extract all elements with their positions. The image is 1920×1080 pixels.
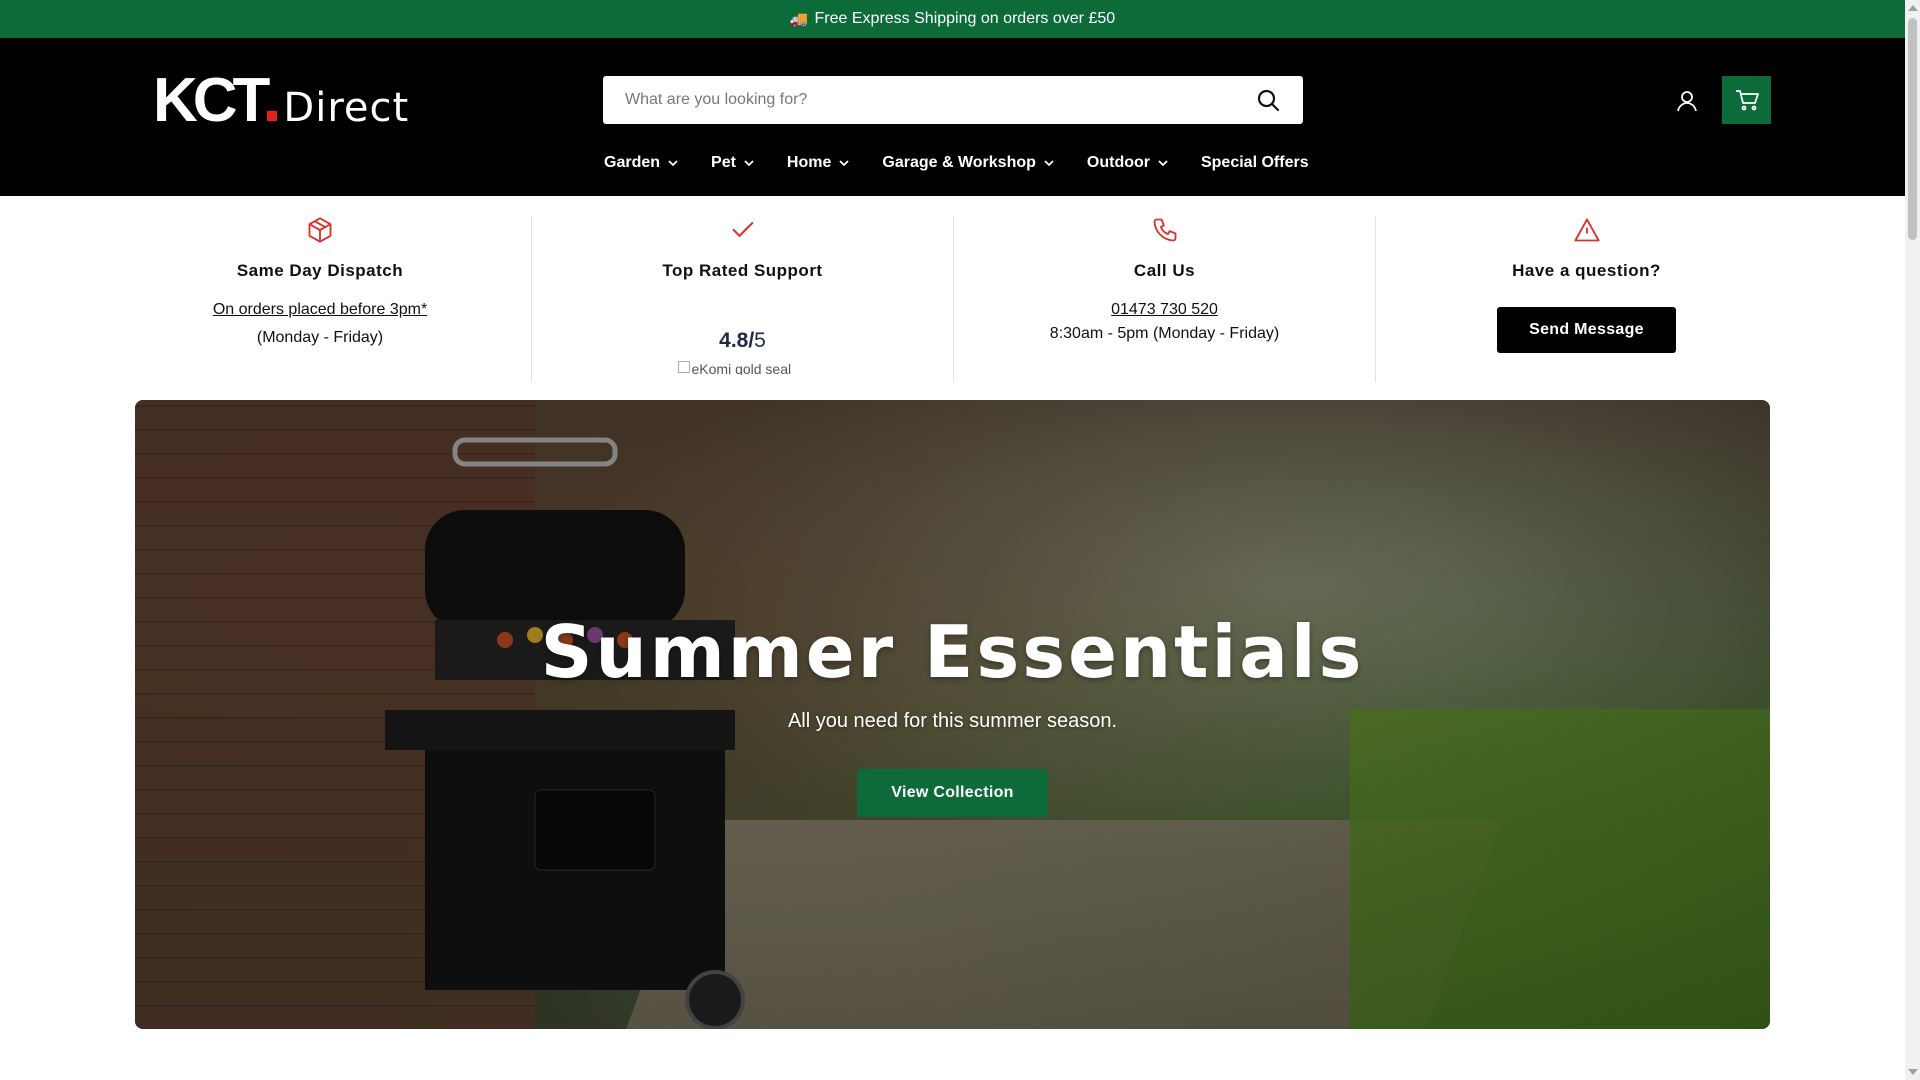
usp-sub: (Monday - Friday) <box>256 329 384 346</box>
usp-bar: Same Day Dispatch On orders placed befor… <box>0 196 1905 400</box>
truck-icon: 🚚 <box>789 11 809 28</box>
search-icon[interactable] <box>1255 87 1281 113</box>
search-input[interactable] <box>625 91 1255 109</box>
scroll-down-arrow[interactable] <box>1908 1069 1918 1075</box>
hero-content: Summer Essentials All you need for this … <box>135 610 1770 817</box>
ekomi-seal-image: eKomi gold seal <box>677 361 808 375</box>
announcement-bar: 🚚 Free Express Shipping on orders over £… <box>0 0 1905 38</box>
user-icon[interactable] <box>1672 86 1702 116</box>
ekomi-seal-alt: eKomi gold seal <box>691 361 792 375</box>
alert-triangle-icon <box>1573 218 1600 242</box>
cart-button[interactable] <box>1722 76 1771 124</box>
box-icon <box>308 217 332 243</box>
nav-label: Home <box>786 154 832 171</box>
hero-title: Summer Essentials <box>540 610 1365 694</box>
chevron-down-icon <box>744 160 754 167</box>
logo-kct: KCT <box>153 66 270 135</box>
usp-title: Have a question? <box>1512 261 1661 280</box>
nav-item-pet[interactable]: Pet <box>711 154 754 172</box>
chevron-down-icon <box>1158 160 1168 167</box>
main-nav: Garden Pet Home Garage & Workshop Outdoo… <box>604 154 1342 172</box>
nav-label: Outdoor <box>1086 154 1150 171</box>
rating-denominator: 5 <box>754 329 766 352</box>
page-scrollbar[interactable] <box>1905 0 1920 1080</box>
logo-direct: Direct <box>283 85 410 131</box>
chevron-down-icon <box>668 160 678 167</box>
logo-dot <box>267 111 278 121</box>
hero-subtitle: All you need for this summer season. <box>787 710 1118 732</box>
nav-item-garage-workshop[interactable]: Garage & Workshop <box>882 154 1054 172</box>
usp-title: Same Day Dispatch <box>236 261 404 280</box>
announcement-text: Free Express Shipping on orders over £50 <box>814 10 1116 27</box>
nav-item-home[interactable]: Home <box>786 154 850 172</box>
usp-title: Call Us <box>1133 261 1196 280</box>
rating-score: 4.8/5 <box>532 329 953 353</box>
hero-banner: Summer Essentials All you need for this … <box>135 400 1770 1029</box>
logo[interactable]: KCT Direct <box>153 70 409 132</box>
scroll-up-arrow[interactable] <box>1908 5 1918 11</box>
chevron-down-icon <box>839 160 850 167</box>
view-collection-button[interactable]: View Collection <box>857 769 1048 817</box>
check-icon <box>732 221 753 238</box>
usp-title: Top Rated Support <box>662 261 823 280</box>
usp-question: Have a question? Send Message <box>1375 216 1797 382</box>
nav-label: Pet <box>711 154 736 171</box>
usp-dispatch-link[interactable]: On orders placed before 3pm* <box>109 301 531 319</box>
nav-label: Garden <box>604 154 661 171</box>
search-bar <box>603 76 1303 124</box>
scrollbar-thumb[interactable] <box>1908 18 1917 240</box>
usp-dispatch: Same Day Dispatch On orders placed befor… <box>109 216 531 382</box>
chevron-down-icon <box>1044 160 1054 167</box>
nav-label: Garage & Workshop <box>882 154 1036 171</box>
cart-icon <box>1735 90 1759 111</box>
site-header: KCT Direct Garden Pet Home Garage & Work… <box>0 38 1905 196</box>
usp-support: Top Rated Support 4.8/5 eKomi gold seal <box>531 216 953 382</box>
nav-item-special-offers[interactable]: Special Offers <box>1201 154 1309 172</box>
nav-item-garden[interactable]: Garden <box>604 154 678 172</box>
usp-sub: 8:30am - 5pm (Monday - Friday) <box>1049 325 1280 342</box>
phone-number-link[interactable]: 01473 730 520 <box>954 301 1375 319</box>
phone-icon <box>1153 218 1176 242</box>
nav-label: Special Offers <box>1200 154 1309 171</box>
send-message-button[interactable]: Send Message <box>1497 307 1676 353</box>
rating-value: 4.8/ <box>719 329 755 352</box>
usp-call: Call Us 01473 730 520 8:30am - 5pm (Mond… <box>953 216 1375 382</box>
nav-item-outdoor[interactable]: Outdoor <box>1087 154 1168 172</box>
